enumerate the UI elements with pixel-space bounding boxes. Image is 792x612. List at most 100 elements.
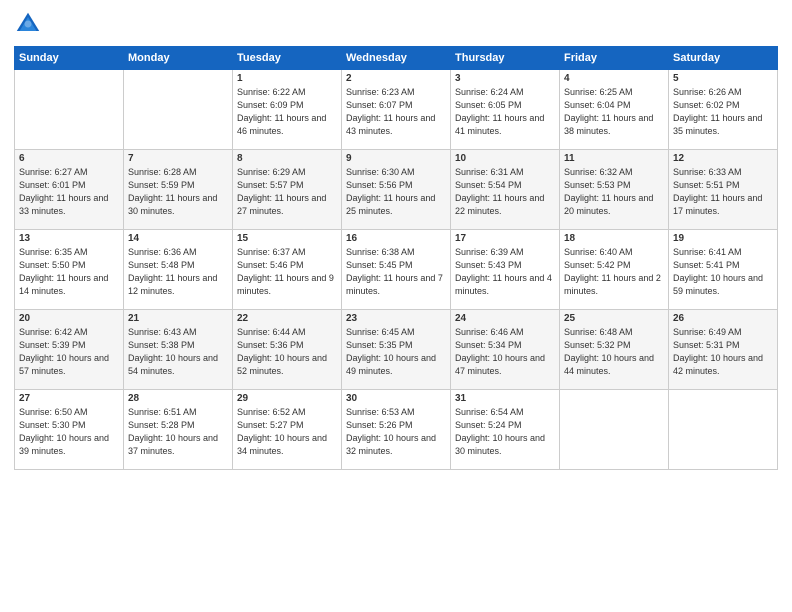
day-number: 9 [346, 153, 446, 164]
calendar-cell: 25Sunrise: 6:48 AMSunset: 5:32 PMDayligh… [560, 310, 669, 390]
daylight: Daylight: 11 hours and 27 minutes. [237, 193, 326, 216]
sunset: Sunset: 5:35 PM [346, 340, 413, 350]
cell-content: Sunrise: 6:48 AM Sunset: 5:32 PM Daylight:… [564, 326, 664, 378]
calendar-week-row: 6Sunrise: 6:27 AMSunset: 6:01 PMDaylight… [15, 150, 778, 230]
daylight: Daylight: 10 hours and 42 minutes. [673, 353, 763, 376]
sunset: Sunset: 5:27 PM [237, 420, 304, 430]
day-number: 11 [564, 153, 664, 164]
daylight: Daylight: 11 hours and 25 minutes. [346, 193, 435, 216]
cell-content: Sunrise: 6:35 AMSunset: 5:50 PMDaylight:… [19, 246, 119, 298]
sunrise: Sunrise: 6:25 AM [564, 87, 633, 97]
sunrise: Sunrise: 6:49 AM [673, 327, 742, 337]
day-number: 27 [19, 393, 119, 404]
calendar-week-row: 1 Sunrise: 6:22 AMSunset: 6:09 PMDaylight… [15, 70, 778, 150]
sunset: Sunset: 5:24 PM [455, 420, 522, 430]
sunset: Sunset: 5:42 PM [564, 260, 631, 270]
sunrise: Sunrise: 6:35 AM [19, 247, 88, 257]
cell-content: Sunrise: 6:25 AMSunset: 6:04 PMDaylight:… [564, 86, 664, 138]
calendar-cell: 27Sunrise: 6:50 AMSunset: 5:30 PMDayligh… [15, 390, 124, 470]
daylight: Daylight: 10 hours and 37 minutes. [128, 433, 218, 456]
header-day: Tuesday [233, 47, 342, 70]
sunset: Sunset: 6:05 PM [455, 100, 522, 110]
header-day: Friday [560, 47, 669, 70]
sunset: Sunset: 5:46 PM [237, 260, 304, 270]
cell-content: Sunrise: 6:26 AMSunset: 6:02 PMDaylight:… [673, 86, 773, 138]
sunset: Sunset: 5:32 PM [564, 340, 631, 350]
calendar-cell: 17 Sunrise: 6:39 AMSunset: 5:43 PMDayligh… [451, 230, 560, 310]
cell-content: Sunrise: 6:54 AMSunset: 5:24 PMDaylight:… [455, 406, 555, 458]
header-day: Thursday [451, 47, 560, 70]
sunset: Sunset: 5:54 PM [455, 180, 522, 190]
day-number: 5 [673, 73, 773, 84]
sunrise: Sunrise: 6:50 AM [19, 407, 88, 417]
sunrise: Sunrise: 6:27 AM [19, 167, 88, 177]
sunset: Sunset: 5:39 PM [19, 340, 86, 350]
sunset: Sunset: 6:09 PM [237, 100, 304, 110]
daylight: Daylight: 11 hours and 30 minutes. [128, 193, 217, 216]
calendar-cell: 2Sunrise: 6:23 AMSunset: 6:07 PMDaylight… [342, 70, 451, 150]
calendar-cell: 23 Sunrise: 6:45 AM Sunset: 5:35 PM Dayligh… [342, 310, 451, 390]
cell-content: Sunrise: 6:36 AMSunset: 5:48 PMDaylight:… [128, 246, 228, 298]
cell-content: Sunrise: 6:45 AM Sunset: 5:35 PM Daylight:… [346, 326, 446, 378]
sunrise: Sunrise: 6:42 AM [19, 327, 88, 337]
header-day: Wednesday [342, 47, 451, 70]
day-number: 26 [673, 313, 773, 324]
calendar-cell [15, 70, 124, 150]
cell-content: Sunrise: 6:32 AMSunset: 5:53 PMDaylight:… [564, 166, 664, 218]
sunrise: Sunrise: 6:37 AM [237, 247, 306, 257]
daylight: Daylight: 10 hours and 34 minutes. [237, 433, 327, 456]
daylight: Daylight: 11 hours and 17 minutes. [673, 193, 762, 216]
sunrise: Sunrise: 6:52 AM [237, 407, 306, 417]
calendar-cell: 8Sunrise: 6:29 AMSunset: 5:57 PMDaylight… [233, 150, 342, 230]
calendar-cell: 7Sunrise: 6:28 AMSunset: 5:59 PMDaylight… [124, 150, 233, 230]
day-number: 10 [455, 153, 555, 164]
calendar-cell [560, 390, 669, 470]
sunset: Sunset: 5:45 PM [346, 260, 413, 270]
day-number: 22 [237, 313, 337, 324]
day-number: 1 [237, 73, 337, 84]
day-number: 17 [455, 233, 555, 244]
day-number: 15 [237, 233, 337, 244]
sunset: Sunset: 5:53 PM [564, 180, 631, 190]
calendar-cell: 5 Sunrise: 6:26 AMSunset: 6:02 PMDaylight… [669, 70, 778, 150]
sunset: Sunset: 5:30 PM [19, 420, 86, 430]
calendar-cell: 28Sunrise: 6:51 AMSunset: 5:28 PMDayligh… [124, 390, 233, 470]
calendar-cell: 10Sunrise: 6:31 AMSunset: 5:54 PMDayligh… [451, 150, 560, 230]
daylight: Daylight: 11 hours and 46 minutes. [237, 113, 326, 136]
daylight: Daylight: 11 hours and 4 minutes. [455, 273, 552, 296]
calendar-cell: 19Sunrise: 6:41 AMSunset: 5:41 PMDayligh… [669, 230, 778, 310]
cell-content: Sunrise: 6:42 AMSunset: 5:39 PMDaylight:… [19, 326, 119, 378]
day-number: 31 [455, 393, 555, 404]
daylight: Daylight: 11 hours and 7 minutes. [346, 273, 443, 296]
cell-content: Sunrise: 6:39 AMSunset: 5:43 PMDaylight:… [455, 246, 555, 298]
calendar-cell: 18Sunrise: 6:40 AMSunset: 5:42 PMDayligh… [560, 230, 669, 310]
day-number: 18 [564, 233, 664, 244]
cell-content: Sunrise: 6:52 AM Sunset: 5:27 PM Daylight:… [237, 406, 337, 458]
day-number: 3 [455, 73, 555, 84]
calendar-cell: 9 Sunrise: 6:30 AM Sunset: 5:56 PM Daylight… [342, 150, 451, 230]
daylight: Daylight: 11 hours and 2 minutes. [564, 273, 661, 296]
day-number: 24 [455, 313, 555, 324]
cell-content: Sunrise: 6:24 AMSunset: 6:05 PMDaylight:… [455, 86, 555, 138]
sunrise: Sunrise: 6:30 AM [346, 167, 415, 177]
daylight: Daylight: 10 hours and 44 minutes. [564, 353, 654, 376]
sunrise: Sunrise: 6:45 AM [346, 327, 415, 337]
sunset: Sunset: 5:56 PM [346, 180, 413, 190]
cell-content: Sunrise: 6:22 AMSunset: 6:09 PMDaylight:… [237, 86, 337, 138]
calendar-cell: 20Sunrise: 6:42 AMSunset: 5:39 PMDayligh… [15, 310, 124, 390]
daylight: Daylight: 10 hours and 49 minutes. [346, 353, 436, 376]
calendar-cell: 21Sunrise: 6:43 AMSunset: 5:38 PMDayligh… [124, 310, 233, 390]
calendar-header-row: SundayMondayTuesdayWednesdayThursdayFrid… [15, 47, 778, 70]
sunset: Sunset: 5:50 PM [19, 260, 86, 270]
cell-content: Sunrise: 6:30 AM Sunset: 5:56 PM Daylight:… [346, 166, 446, 218]
day-number: 20 [19, 313, 119, 324]
sunrise: Sunrise: 6:54 AM [455, 407, 524, 417]
calendar-week-row: 20 Sunrise: 6:42 AM Sunset: 5:39 PM Dayligh… [15, 310, 778, 390]
day-number: 23 [346, 313, 446, 324]
calendar-cell [669, 390, 778, 470]
sunrise: Sunrise: 6:48 AM [564, 327, 633, 337]
sunset: Sunset: 6:04 PM [564, 100, 631, 110]
sunset: Sunset: 6:01 PM [19, 180, 86, 190]
calendar-cell: 13Sunrise: 6:35 AMSunset: 5:50 PMDayligh… [15, 230, 124, 310]
daylight: Daylight: 11 hours and 9 minutes. [237, 273, 334, 296]
